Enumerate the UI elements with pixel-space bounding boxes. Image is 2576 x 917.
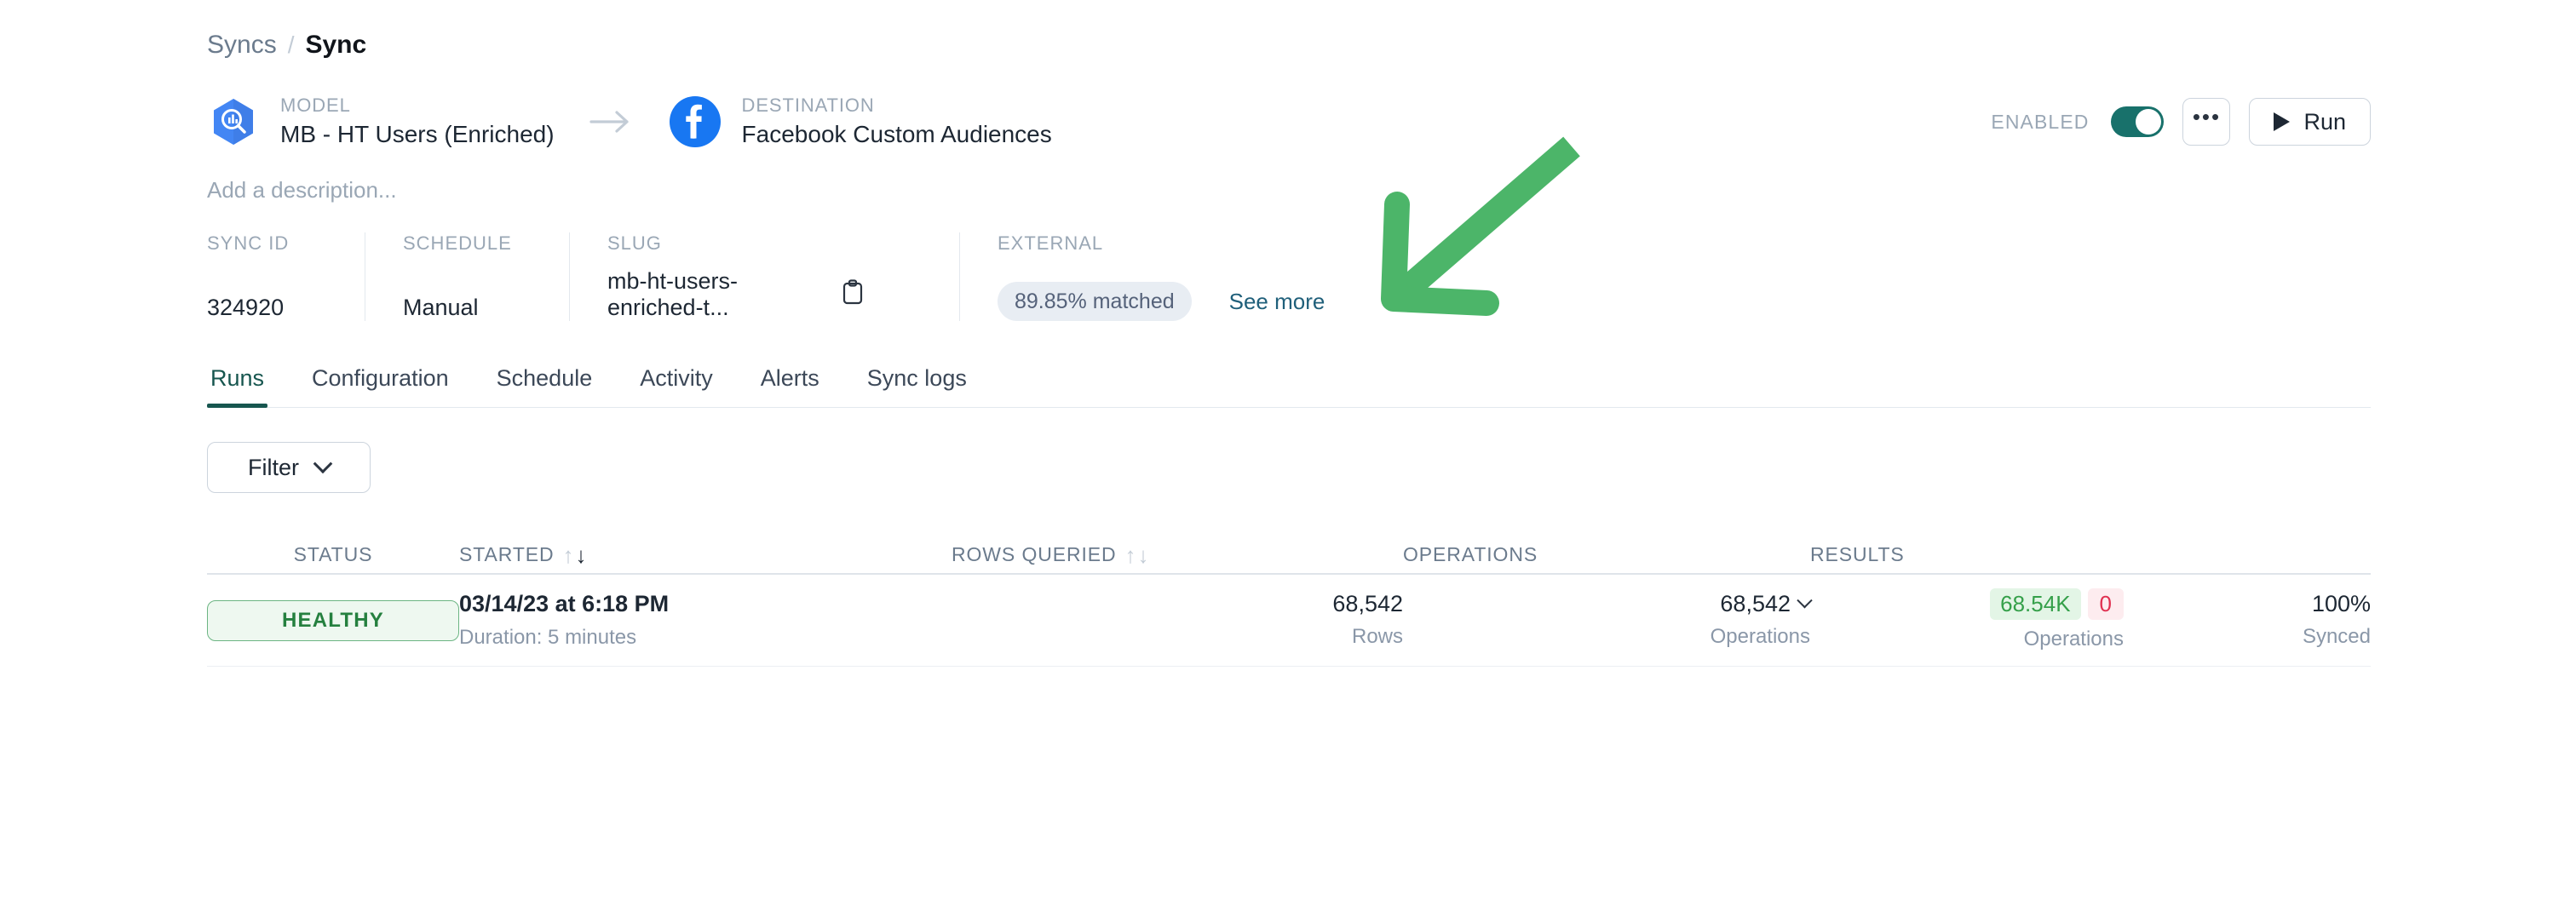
more-options-button[interactable]: ••• <box>2182 98 2231 146</box>
meta-schedule: SCHEDULE Manual <box>365 232 569 321</box>
sync-header: MODEL MB - HT Users (Enriched) DESTINATI… <box>207 90 2371 153</box>
rows-queried-value: 68,542 <box>1332 591 1403 617</box>
destination-text: DESTINATION Facebook Custom Audiences <box>742 94 1052 151</box>
arrow-right-icon <box>585 109 638 135</box>
sort-arrows-rows-queried[interactable]: ↑ ↓ <box>1125 544 1150 566</box>
description-input[interactable]: Add a description... <box>207 177 2371 203</box>
column-header-results: RESULTS <box>1810 543 1905 565</box>
results-unit: Operations <box>2023 628 2124 651</box>
external-value-row: 89.85% matched See more <box>998 282 1325 321</box>
filter-button-label: Filter <box>248 454 299 480</box>
destination-endpoint[interactable]: DESTINATION Facebook Custom Audiences <box>669 94 1052 151</box>
tab-schedule[interactable]: Schedule <box>493 358 596 407</box>
results-success-pill: 68.54K <box>1990 588 2081 621</box>
operations-unit: Operations <box>1710 625 1810 649</box>
enabled-toggle[interactable] <box>2111 106 2165 137</box>
operations-value-row[interactable]: 68,542 <box>1720 591 1813 617</box>
page-content: Syncs / Sync MODEL MB - HT Users (Enrich… <box>207 0 2371 667</box>
sort-asc-icon: ↑ <box>562 542 575 568</box>
external-label: EXTERNAL <box>998 232 1104 254</box>
bigquery-icon <box>207 95 260 148</box>
tab-alerts[interactable]: Alerts <box>757 358 823 407</box>
model-name: MB - HT Users (Enriched) <box>280 121 555 148</box>
cell-synced: 100% Synced <box>2124 591 2371 650</box>
tab-sync-logs[interactable]: Sync logs <box>864 358 970 407</box>
status-badge: HEALTHY <box>207 599 459 641</box>
destination-kicker: DESTINATION <box>741 94 875 116</box>
column-header-started-label: STARTED <box>459 543 555 565</box>
meta-external: EXTERNAL 89.85% matched See more <box>959 232 1362 321</box>
run-button-label: Run <box>2303 108 2346 135</box>
slug-label: SLUG <box>607 232 662 254</box>
cell-started: 03/14/23 at 6:18 PM Duration: 5 minutes <box>459 590 952 651</box>
breadcrumb-current: Sync <box>305 31 367 59</box>
sort-asc-icon: ↑ <box>1124 542 1137 568</box>
external-match-pill: 89.85% matched <box>998 282 1192 321</box>
breadcrumb-syncs-link[interactable]: Syncs <box>207 31 277 60</box>
breadcrumb: Syncs / Sync <box>207 0 2371 60</box>
sync-id-value: 324920 <box>207 295 285 320</box>
destination-name: Facebook Custom Audiences <box>741 121 1052 148</box>
sort-desc-icon: ↓ <box>1137 542 1150 568</box>
table-row[interactable]: HEALTHY 03/14/23 at 6:18 PM Duration: 5 … <box>207 575 2371 667</box>
enabled-label: ENABLED <box>1991 110 2090 133</box>
synced-percent: 100% <box>2311 591 2371 617</box>
slug-value: mb-ht-users-enriched-t... <box>607 268 739 320</box>
model-kicker: MODEL <box>280 94 351 116</box>
meta-slug: SLUG mb-ht-users-enriched-t... <box>569 232 901 321</box>
sort-arrows-started[interactable]: ↑ ↓ <box>563 544 588 566</box>
run-duration: Duration: 5 minutes <box>459 626 637 650</box>
rows-queried-unit: Rows <box>1351 625 1403 649</box>
meta-sync-id: SYNC ID 324920 <box>207 232 365 321</box>
tab-bar: Runs Configuration Schedule Activity Ale… <box>207 358 2371 408</box>
column-header-operations: OPERATIONS <box>1403 543 1538 565</box>
schedule-label: SCHEDULE <box>403 232 512 254</box>
column-header-status: STATUS <box>293 543 373 565</box>
sync-detail-page: Syncs / Sync MODEL MB - HT Users (Enrich… <box>0 0 2576 917</box>
cell-operations: 68,542 Operations <box>1403 591 1813 650</box>
tab-runs[interactable]: Runs <box>207 358 268 408</box>
schedule-value: Manual <box>403 295 479 320</box>
meta-strip: SYNC ID 324920 SCHEDULE Manual SLUG mb-h… <box>207 232 2371 321</box>
runs-table: STATUS STARTED ↑ ↓ ROWS QUERIED ↑ ↓ OPERAT… <box>207 530 2371 667</box>
header-actions: ENABLED ••• Run <box>1991 98 2371 146</box>
slug-value-row: mb-ht-users-enriched-t... <box>607 268 864 321</box>
results-failed-pill: 0 <box>2087 588 2124 621</box>
results-pills: 68.54K 0 <box>1990 588 2124 621</box>
tab-activity[interactable]: Activity <box>636 358 716 407</box>
synced-unit: Synced <box>2302 625 2371 649</box>
run-button[interactable]: Run <box>2249 98 2371 146</box>
filter-button[interactable]: Filter <box>207 442 371 493</box>
started-timestamp: 03/14/23 at 6:18 PM <box>459 590 670 616</box>
chevron-down-icon <box>313 454 333 474</box>
cell-results: 68.54K 0 Operations <box>1810 588 2124 652</box>
column-header-started[interactable]: STARTED ↑ ↓ <box>459 543 952 573</box>
column-header-spacer <box>2124 566 2371 573</box>
column-header-rows-queried-label: ROWS QUERIED <box>952 543 1117 565</box>
model-endpoint[interactable]: MODEL MB - HT Users (Enriched) <box>207 94 555 151</box>
clipboard-icon[interactable] <box>842 278 864 311</box>
sort-desc-icon: ↓ <box>575 542 588 568</box>
cell-status: HEALTHY <box>207 599 459 641</box>
sync-id-label: SYNC ID <box>207 232 290 254</box>
see-more-link[interactable]: See more <box>1229 289 1325 315</box>
toggle-knob <box>2136 109 2162 135</box>
table-header-row: STATUS STARTED ↑ ↓ ROWS QUERIED ↑ ↓ OPERAT… <box>207 530 2371 575</box>
play-icon <box>2274 112 2291 131</box>
facebook-icon <box>669 95 722 148</box>
operations-value: 68,542 <box>1720 591 1791 617</box>
breadcrumb-separator: / <box>287 32 295 58</box>
column-header-rows-queried[interactable]: ROWS QUERIED ↑ ↓ <box>952 543 1403 573</box>
tab-configuration[interactable]: Configuration <box>308 358 452 407</box>
cell-rows-queried: 68,542 Rows <box>952 591 1403 650</box>
model-text: MODEL MB - HT Users (Enriched) <box>280 94 555 151</box>
